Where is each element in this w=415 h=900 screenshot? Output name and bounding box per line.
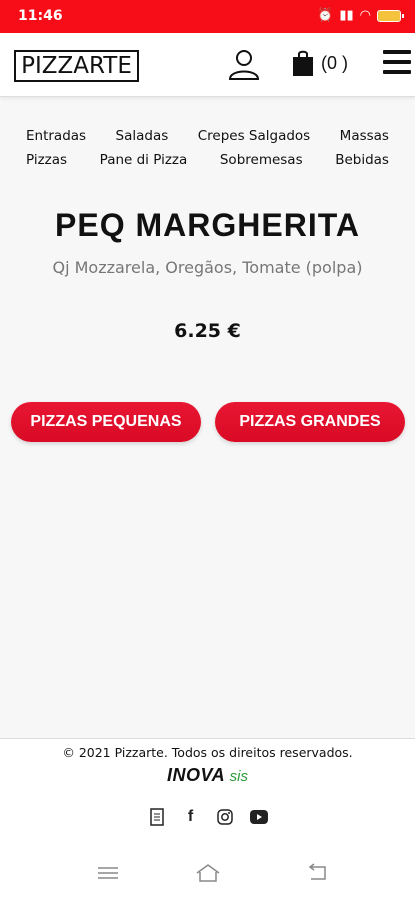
shopping-bag-icon	[293, 50, 313, 76]
recent-apps-icon[interactable]	[95, 863, 121, 883]
wifi-icon: ◠	[359, 8, 371, 23]
product-title: PEQ MARGHERITA	[55, 207, 360, 243]
facebook-icon[interactable]: f	[181, 807, 201, 827]
inova-brand: INOVA	[167, 765, 226, 785]
category-saladas[interactable]: Saladas	[116, 128, 169, 144]
category-pizzas[interactable]: Pizzas	[26, 152, 67, 168]
large-pizzas-button[interactable]: PIZZAS GRANDES	[215, 402, 405, 442]
pizzarte-logo[interactable]: PIZZARTE	[14, 50, 139, 82]
battery-icon	[377, 9, 404, 22]
status-icons: ⏰ ▮▮ ◠	[317, 8, 404, 23]
system-nav-bar	[0, 845, 415, 900]
product-description: Qj Mozzarela, Oregãos, Tomate (polpa)	[52, 258, 363, 277]
document-icon[interactable]	[147, 807, 167, 827]
app-header: PIZZARTE (0 )	[0, 33, 415, 97]
small-pizzas-button[interactable]: PIZZAS PEQUENAS	[11, 402, 201, 442]
category-row-2: Pizzas Pane di Pizza Sobremesas Bebidas	[0, 152, 415, 168]
menu-icon[interactable]	[383, 50, 411, 76]
youtube-icon[interactable]	[249, 807, 269, 827]
footer: © 2021 Pizzarte. Todos os direitos reser…	[0, 738, 415, 845]
user-icon[interactable]	[227, 47, 261, 81]
category-pane-di-pizza[interactable]: Pane di Pizza	[100, 152, 188, 168]
category-crepes-salgados[interactable]: Crepes Salgados	[198, 128, 310, 144]
inova-logo[interactable]: INOVA sis	[0, 765, 415, 786]
category-sobremesas[interactable]: Sobremesas	[220, 152, 303, 168]
alarm-icon: ⏰	[317, 8, 334, 23]
social-links: f	[0, 807, 415, 827]
back-icon[interactable]	[305, 863, 331, 883]
status-bar: 11:46 ⏰ ▮▮ ◠	[0, 0, 415, 33]
inova-sub: sis	[229, 768, 248, 785]
copyright-text: © 2021 Pizzarte. Todos os direitos reser…	[62, 745, 353, 760]
home-icon[interactable]	[195, 863, 221, 883]
product-price: 6.25 €	[174, 320, 241, 342]
cart-count: (0 )	[321, 52, 348, 73]
category-massas[interactable]: Massas	[340, 128, 389, 144]
category-nav: Entradas Saladas Crepes Salgados Massas …	[0, 128, 415, 176]
instagram-icon[interactable]	[215, 807, 235, 827]
cart-button[interactable]: (0 )	[291, 49, 348, 77]
status-time: 11:46	[18, 8, 63, 24]
category-entradas[interactable]: Entradas	[26, 128, 86, 144]
signal-icon: ▮▮	[339, 8, 354, 23]
category-bebidas[interactable]: Bebidas	[335, 152, 389, 168]
category-row-1: Entradas Saladas Crepes Salgados Massas	[0, 128, 415, 144]
